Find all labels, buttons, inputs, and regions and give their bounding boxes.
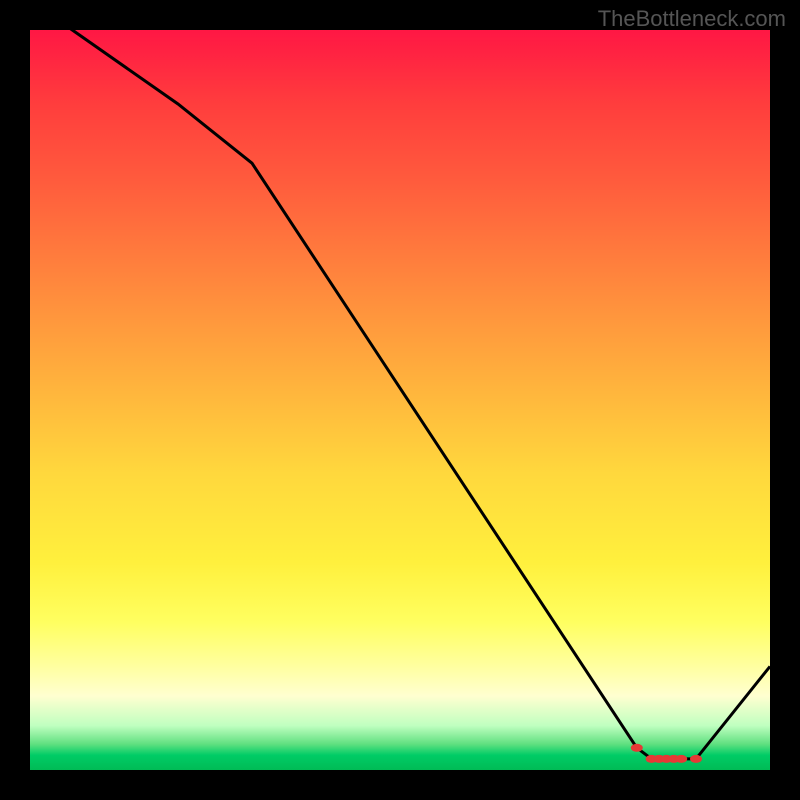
data-markers: [631, 744, 702, 763]
data-point: [675, 755, 687, 763]
data-point: [631, 744, 643, 752]
data-line: [30, 0, 770, 759]
data-point: [690, 755, 702, 763]
line-chart: [30, 30, 770, 770]
watermark-text: TheBottleneck.com: [598, 6, 786, 32]
